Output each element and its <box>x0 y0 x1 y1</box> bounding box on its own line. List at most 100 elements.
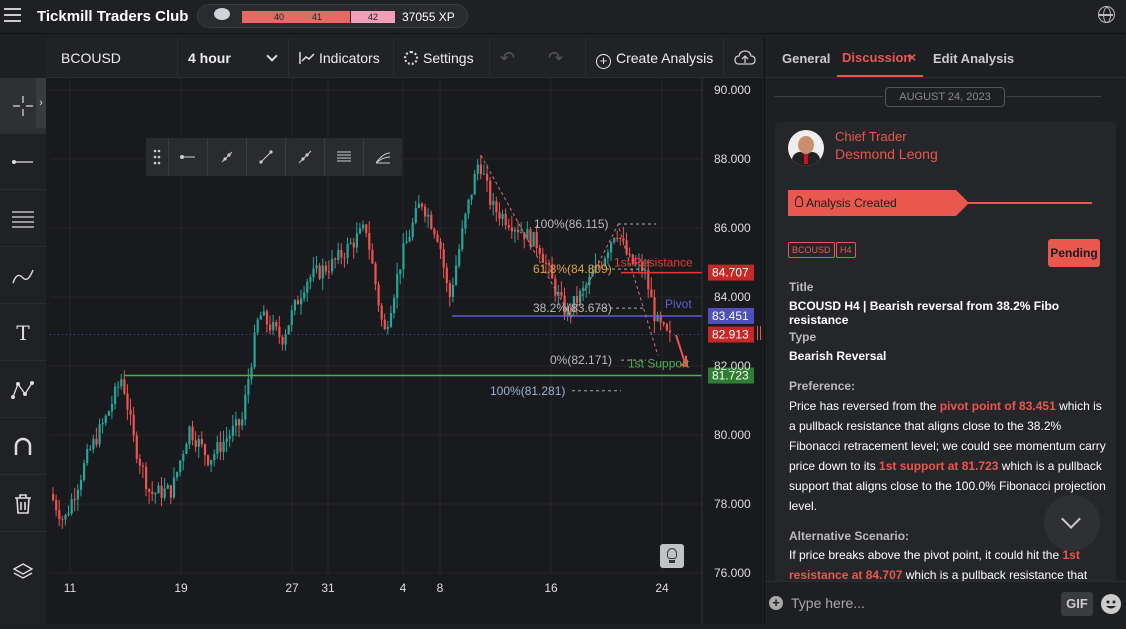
candle-body <box>250 367 253 379</box>
candle-body <box>436 234 439 242</box>
candle-body <box>278 326 281 337</box>
candle-body <box>194 440 197 447</box>
fib-100-bottom-label: 100%(81.281) <box>490 384 565 398</box>
scroll-down-button[interactable] <box>1044 495 1100 551</box>
fib-618-label: 61.8%(84.809) <box>533 262 612 276</box>
undo-icon[interactable]: ↶ <box>490 38 538 78</box>
candle-body <box>393 297 396 314</box>
candle-body <box>535 232 538 248</box>
lightbulb-icon <box>795 196 803 207</box>
pattern-tool-icon[interactable] <box>0 362 46 418</box>
candle-body <box>479 164 482 175</box>
candle-body <box>349 242 352 244</box>
xp-progress: 40 41 42 37055 XP <box>197 4 468 28</box>
time-tick-label: 31 <box>321 581 335 595</box>
drawing-tools-sidebar: T <box>0 78 46 624</box>
menu-icon[interactable] <box>4 8 21 22</box>
layers-icon[interactable] <box>0 544 46 600</box>
indicators-label: Indicators <box>319 50 380 66</box>
candle-body <box>213 453 216 460</box>
candle-body <box>222 441 225 452</box>
candle-body <box>182 453 185 461</box>
cloud-upload-icon[interactable] <box>724 38 762 78</box>
price-chart[interactable]: 100%(86.115) 61.8%(84.809) 38.2%(83.678) 0%… <box>46 78 762 624</box>
indicators-button[interactable]: Indicators <box>289 38 394 78</box>
type-label: Type <box>789 330 817 344</box>
candle-body <box>284 334 287 345</box>
horizontal-ray-icon[interactable] <box>168 138 207 176</box>
candle-body <box>231 426 234 436</box>
analysis-created-banner: Analysis Created <box>788 190 969 216</box>
candle-body <box>405 241 408 244</box>
time-tick-label: 24 <box>655 581 669 595</box>
fibonacci-tool-icon[interactable] <box>0 191 46 247</box>
lightbulb-icon[interactable] <box>660 544 684 568</box>
fib-382-label: 38.2%(83.678) <box>533 301 612 315</box>
panel-resize-handle[interactable] <box>757 326 761 340</box>
tab-edit-analysis[interactable]: Edit Analysis <box>933 51 1014 66</box>
candle-body <box>160 485 163 498</box>
candle-body <box>188 426 191 445</box>
redo-icon[interactable]: ↷ <box>538 38 586 78</box>
resistance-label: 1st Resistance <box>614 256 693 270</box>
candle-body <box>64 514 67 520</box>
ray-icon[interactable] <box>207 138 246 176</box>
candle-body <box>529 229 532 247</box>
candle-body <box>61 519 64 521</box>
candle-body <box>176 472 179 478</box>
candle-body <box>606 252 610 259</box>
time-tick-label: 8 <box>437 581 444 595</box>
settings-button[interactable]: Settings <box>394 38 490 78</box>
text-tool-icon[interactable]: T <box>0 305 46 361</box>
trash-icon[interactable] <box>0 476 46 532</box>
timeframe-label: 4 hour <box>188 50 231 66</box>
tab-discussion[interactable]: Discussion <box>842 50 911 65</box>
candle-body <box>327 271 331 273</box>
candle-body <box>315 265 318 269</box>
panel-tabs: General Discussion × Edit Analysis <box>765 38 1126 78</box>
candle-body <box>513 229 517 232</box>
candle-body <box>383 319 386 330</box>
candle-body <box>207 455 210 465</box>
price-tick-label: 86.000 <box>714 221 751 235</box>
candle-body <box>427 214 430 217</box>
drag-handle-icon[interactable] <box>146 138 168 176</box>
timeframe-select[interactable]: 4 hour <box>178 38 289 78</box>
extended-line-icon[interactable] <box>285 138 324 176</box>
candle-body <box>517 229 520 233</box>
symbol-selector[interactable]: BCOUSD <box>46 38 178 78</box>
line-tool-icon[interactable] <box>0 134 46 190</box>
candle-body <box>309 277 312 282</box>
candle-body <box>203 444 207 456</box>
candle-body <box>303 292 306 299</box>
brush-tool-icon[interactable] <box>0 248 46 304</box>
globe-icon[interactable] <box>1098 6 1115 23</box>
fib-fan-icon[interactable] <box>363 138 402 176</box>
candle-body <box>501 213 504 219</box>
candle-body <box>352 242 355 248</box>
candle-body <box>448 283 451 297</box>
magnet-icon[interactable] <box>0 419 46 475</box>
trend-line-icon[interactable] <box>246 138 285 176</box>
expand-toolbar-icon[interactable]: › <box>36 78 46 128</box>
emoji-icon[interactable] <box>1101 594 1121 614</box>
price-tick-label: 88.000 <box>714 152 751 166</box>
candle-body <box>464 213 467 229</box>
candle-body <box>117 386 120 388</box>
app-title: Tickmill Traders Club <box>37 8 189 25</box>
candle-body <box>343 257 346 259</box>
candle-body <box>148 489 151 492</box>
message-input[interactable]: Type here... <box>791 595 865 611</box>
close-icon[interactable]: × <box>908 49 916 65</box>
tab-general[interactable]: General <box>782 51 830 66</box>
add-attachment-icon[interactable]: + <box>769 596 783 610</box>
gif-button[interactable]: GIF <box>1061 592 1093 616</box>
candle-body <box>132 414 135 436</box>
fib-retracement-icon[interactable] <box>324 138 363 176</box>
level-41: 41 <box>284 11 350 23</box>
symbol-label: BCOUSD <box>61 50 121 66</box>
candle-body <box>492 201 495 205</box>
candle-body <box>191 426 194 441</box>
create-analysis-button[interactable]: + Create Analysis <box>586 38 724 78</box>
time-tick-label: 16 <box>544 581 558 595</box>
